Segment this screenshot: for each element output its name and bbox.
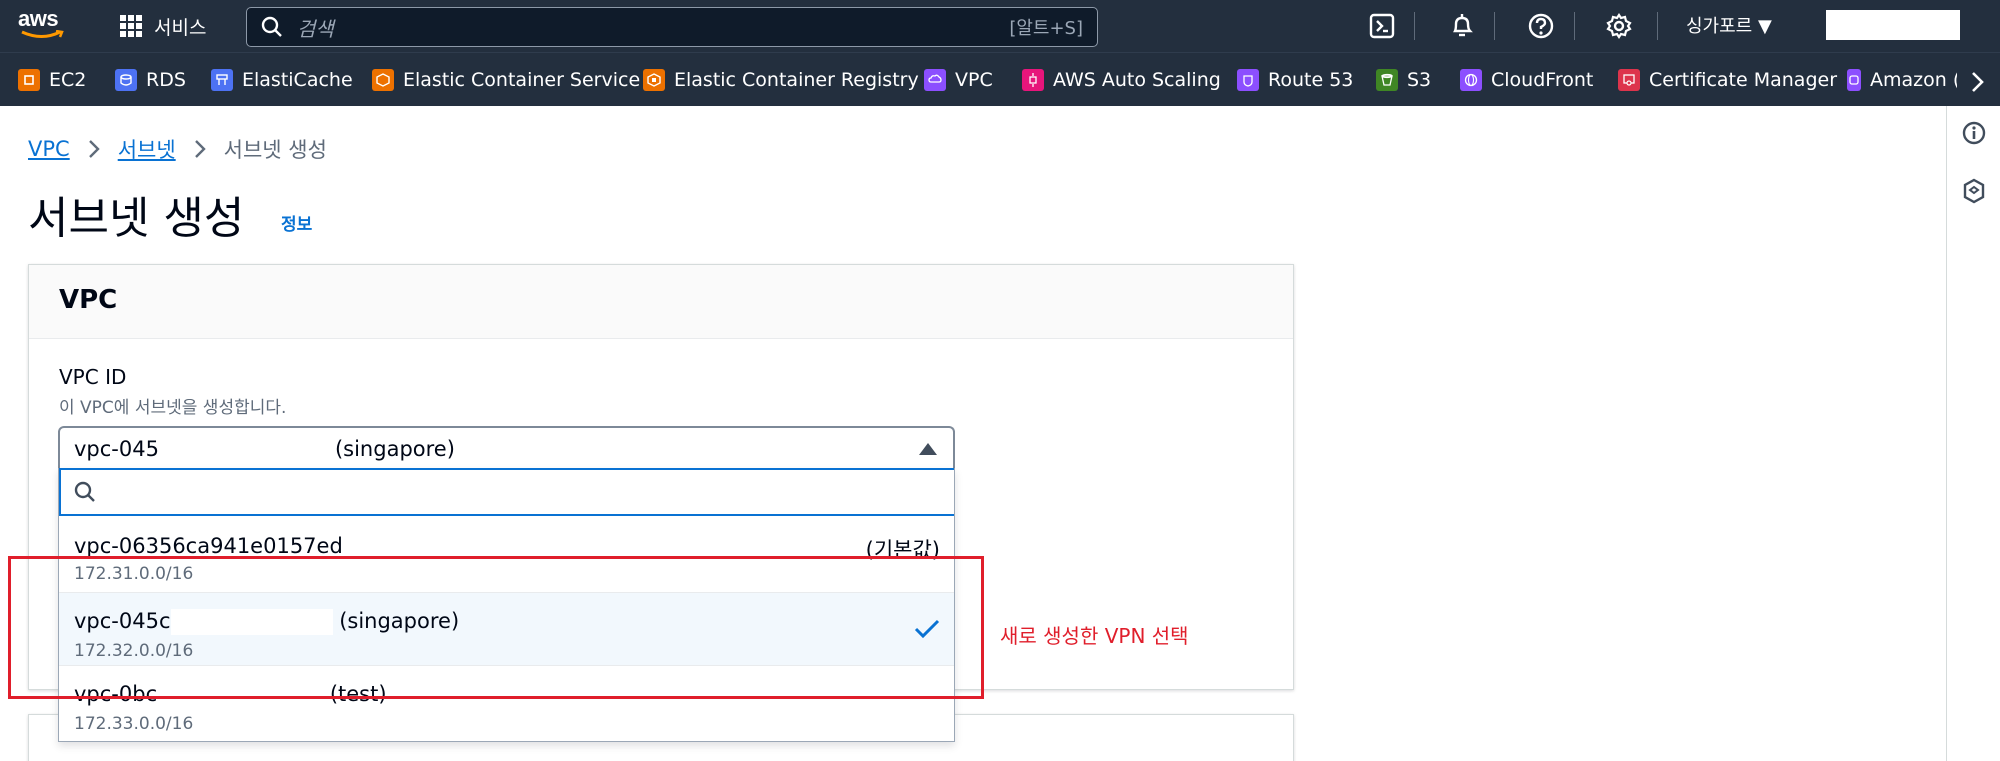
aws-smile-icon bbox=[21, 30, 64, 38]
favorite-auto-scaling[interactable]: AWS Auto Scaling bbox=[1022, 68, 1221, 92]
route53-icon bbox=[1237, 69, 1259, 91]
notifications-bell-icon[interactable] bbox=[1448, 12, 1476, 40]
selected-vpc-suffix: (singapore) bbox=[334, 437, 455, 461]
vpc-option-cidr: 172.33.0.0/16 bbox=[74, 714, 194, 734]
region-selector[interactable]: 싱가포르 ▼ bbox=[1686, 12, 1772, 38]
favorite-vpc[interactable]: VPC bbox=[924, 68, 993, 92]
nav-divider bbox=[1494, 12, 1495, 40]
aws-logo-text: aws bbox=[18, 6, 59, 31]
favorite-ec2[interactable]: EC2 bbox=[18, 68, 86, 92]
favorite-s3[interactable]: S3 bbox=[1376, 68, 1431, 92]
favorite-cloudfront[interactable]: CloudFront bbox=[1460, 68, 1593, 92]
account-menu[interactable] bbox=[1826, 10, 1960, 40]
search-icon bbox=[261, 16, 282, 37]
s3-bucket-icon bbox=[1376, 69, 1398, 91]
annotation-highlight-box bbox=[8, 556, 984, 699]
ecs-icon bbox=[372, 69, 394, 91]
ecr-icon bbox=[643, 69, 665, 91]
help-icon[interactable] bbox=[1527, 12, 1555, 40]
chevron-right-icon bbox=[88, 139, 100, 159]
favorite-certificate-manager[interactable]: Certificate Manager bbox=[1618, 68, 1837, 92]
region-label: 싱가포르 ▼ bbox=[1686, 16, 1772, 37]
vpc-id-label: VPC ID bbox=[59, 365, 127, 389]
caret-up-icon bbox=[919, 443, 937, 455]
favorite-ecs[interactable]: Elastic Container Service bbox=[372, 68, 640, 92]
services-label: 서비스 bbox=[154, 16, 207, 39]
elasticache-icon bbox=[211, 69, 233, 91]
top-navigation: aws 서비스 검색 [알트+S] 싱가포르 ▼ bbox=[0, 0, 2000, 52]
vpc-section-header: VPC bbox=[29, 265, 1293, 339]
favorite-route53[interactable]: Route 53 bbox=[1237, 68, 1353, 92]
vpc-option-id: vpc-06356ca941e0157ed bbox=[74, 534, 343, 558]
page-title: 서브넷 생성 bbox=[28, 193, 245, 244]
global-search-input[interactable]: 검색 [알트+S] bbox=[246, 7, 1098, 47]
favorites-bar: EC2 RDS ElastiCache Elastic Container Se… bbox=[0, 52, 2000, 106]
settings-gear-icon[interactable] bbox=[1605, 12, 1633, 40]
vpc-icon bbox=[924, 69, 946, 91]
info-panel-icon[interactable] bbox=[1961, 120, 1987, 146]
search-placeholder: 검색 bbox=[297, 16, 334, 41]
breadcrumb-subnet-link[interactable]: 서브넷 bbox=[118, 134, 176, 164]
info-link[interactable]: 정보 bbox=[281, 210, 312, 235]
services-menu-button[interactable]: 서비스 bbox=[120, 11, 206, 41]
nav-divider bbox=[1657, 12, 1658, 40]
breadcrumb: VPC 서브넷 서브넷 생성 bbox=[28, 134, 327, 164]
favorite-elasticache[interactable]: ElastiCache bbox=[211, 68, 353, 92]
nav-divider bbox=[1574, 12, 1575, 40]
dropdown-filter-input[interactable] bbox=[59, 468, 954, 516]
breadcrumb-current: 서브넷 생성 bbox=[223, 138, 327, 162]
vpc-id-select[interactable]: vpc-045 (singapore) bbox=[58, 426, 955, 470]
breadcrumb-vpc-link[interactable]: VPC bbox=[28, 137, 70, 161]
search-shortcut: [알트+S] bbox=[1009, 18, 1083, 39]
certificate-manager-icon bbox=[1618, 69, 1640, 91]
ec2-icon bbox=[18, 69, 40, 91]
right-tools-rail bbox=[1946, 106, 2000, 761]
cloudshell-icon[interactable] bbox=[1368, 12, 1396, 40]
chevron-right-icon[interactable] bbox=[1968, 71, 1986, 93]
feedback-hexagon-icon[interactable] bbox=[1961, 178, 1987, 204]
chevron-right-icon bbox=[194, 139, 206, 159]
favorite-rds[interactable]: RDS bbox=[115, 68, 186, 92]
nav-divider bbox=[1414, 12, 1415, 40]
selected-vpc-prefix: vpc-045 bbox=[74, 437, 159, 461]
rds-icon bbox=[115, 69, 137, 91]
favorite-amazon-service[interactable]: Amazon ( bbox=[1847, 68, 1957, 92]
annotation-text: 새로 생성한 VPN 선택 bbox=[1000, 624, 1189, 648]
aws-logo[interactable]: aws bbox=[18, 8, 70, 44]
favorite-ecr[interactable]: Elastic Container Registry bbox=[643, 68, 919, 92]
auto-scaling-icon bbox=[1022, 69, 1044, 91]
cloudfront-icon bbox=[1460, 69, 1482, 91]
vpc-id-description: 이 VPC에 서브넷을 생성합니다. bbox=[59, 398, 287, 418]
search-icon bbox=[74, 481, 95, 502]
grid-icon bbox=[120, 15, 142, 37]
redacted-text bbox=[158, 436, 329, 462]
amazon-service-icon bbox=[1847, 69, 1861, 91]
